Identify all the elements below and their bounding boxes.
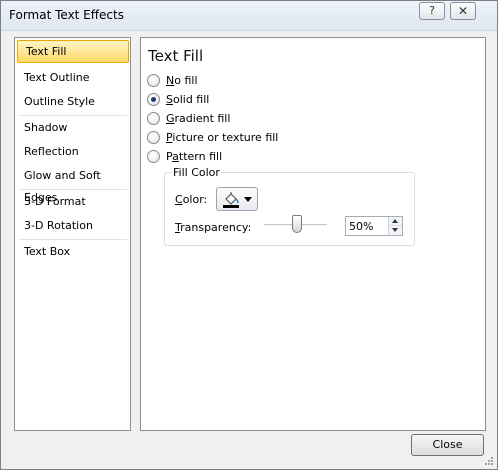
nav-item-text-fill[interactable]: Text Fill bbox=[17, 40, 129, 63]
close-icon: ✕ bbox=[457, 4, 469, 18]
radio-label: No fill bbox=[166, 73, 198, 87]
resize-grip-icon[interactable] bbox=[484, 456, 494, 466]
radio-label: Picture or texture fill bbox=[166, 130, 279, 144]
panel-title: Text Fill bbox=[148, 47, 204, 65]
radio-button-checked[interactable] bbox=[147, 92, 160, 106]
radio-pattern-fill[interactable]: Pattern fill bbox=[147, 148, 222, 164]
nav-item-glow-soft-edges[interactable]: Glow and Soft Edges bbox=[16, 165, 129, 204]
radio-picture-texture-fill[interactable]: Picture or texture fill bbox=[147, 129, 278, 145]
transparency-slider-thumb[interactable] bbox=[292, 215, 302, 233]
transparency-value[interactable]: 50% bbox=[349, 220, 373, 233]
radio-no-fill[interactable]: No fill bbox=[147, 72, 198, 88]
help-button[interactable]: ? bbox=[419, 2, 445, 20]
color-picker-button[interactable] bbox=[216, 187, 258, 211]
nav-item-text-box[interactable]: Text Box bbox=[16, 241, 129, 264]
nav-separator bbox=[19, 115, 127, 116]
nav-item-3d-rotation[interactable]: 3-D Rotation bbox=[16, 215, 129, 238]
radio-gradient-fill[interactable]: Gradient fill bbox=[147, 110, 230, 126]
radio-button[interactable] bbox=[147, 149, 160, 163]
transparency-spinbox[interactable]: 50% bbox=[345, 216, 403, 236]
color-label: Color: bbox=[175, 193, 208, 206]
title-bar: Format Text Effects ? ✕ bbox=[1, 1, 497, 31]
spin-up-button[interactable] bbox=[389, 217, 402, 226]
radio-label: Pattern fill bbox=[166, 149, 223, 163]
transparency-label: Transparency: bbox=[175, 221, 252, 234]
nav-item-3d-format[interactable]: 3-D Format bbox=[16, 191, 129, 214]
group-title: Fill Color bbox=[172, 166, 221, 179]
spin-down-button[interactable] bbox=[389, 226, 402, 235]
radio-button[interactable] bbox=[147, 111, 160, 125]
window-close-button[interactable]: ✕ bbox=[450, 2, 476, 20]
color-swatch bbox=[223, 205, 239, 208]
category-list: Text Fill Text Outline Outline Style Sha… bbox=[14, 37, 131, 431]
format-text-effects-dialog: Format Text Effects ? ✕ Text Fill Text O… bbox=[0, 0, 498, 470]
nav-item-reflection[interactable]: Reflection bbox=[16, 141, 129, 164]
close-button[interactable]: Close bbox=[411, 434, 484, 456]
radio-button[interactable] bbox=[147, 73, 160, 87]
settings-panel: Text Fill No fill Solid fill Gradient fi… bbox=[140, 37, 486, 431]
nav-separator bbox=[19, 239, 127, 240]
nav-item-text-outline[interactable]: Text Outline bbox=[16, 67, 129, 90]
help-icon: ? bbox=[429, 4, 435, 17]
radio-solid-fill[interactable]: Solid fill bbox=[147, 91, 209, 107]
radio-label: Gradient fill bbox=[166, 111, 231, 125]
nav-separator bbox=[19, 189, 127, 190]
radio-button[interactable] bbox=[147, 130, 160, 144]
nav-item-outline-style[interactable]: Outline Style bbox=[16, 91, 129, 114]
dialog-title: Format Text Effects bbox=[9, 8, 124, 22]
radio-label: Solid fill bbox=[166, 92, 210, 106]
fill-color-group: Fill Color Color: Transparency: 50% bbox=[164, 166, 415, 246]
chevron-down-icon bbox=[244, 197, 252, 202]
nav-item-shadow[interactable]: Shadow bbox=[16, 117, 129, 140]
spin-buttons bbox=[388, 217, 402, 235]
